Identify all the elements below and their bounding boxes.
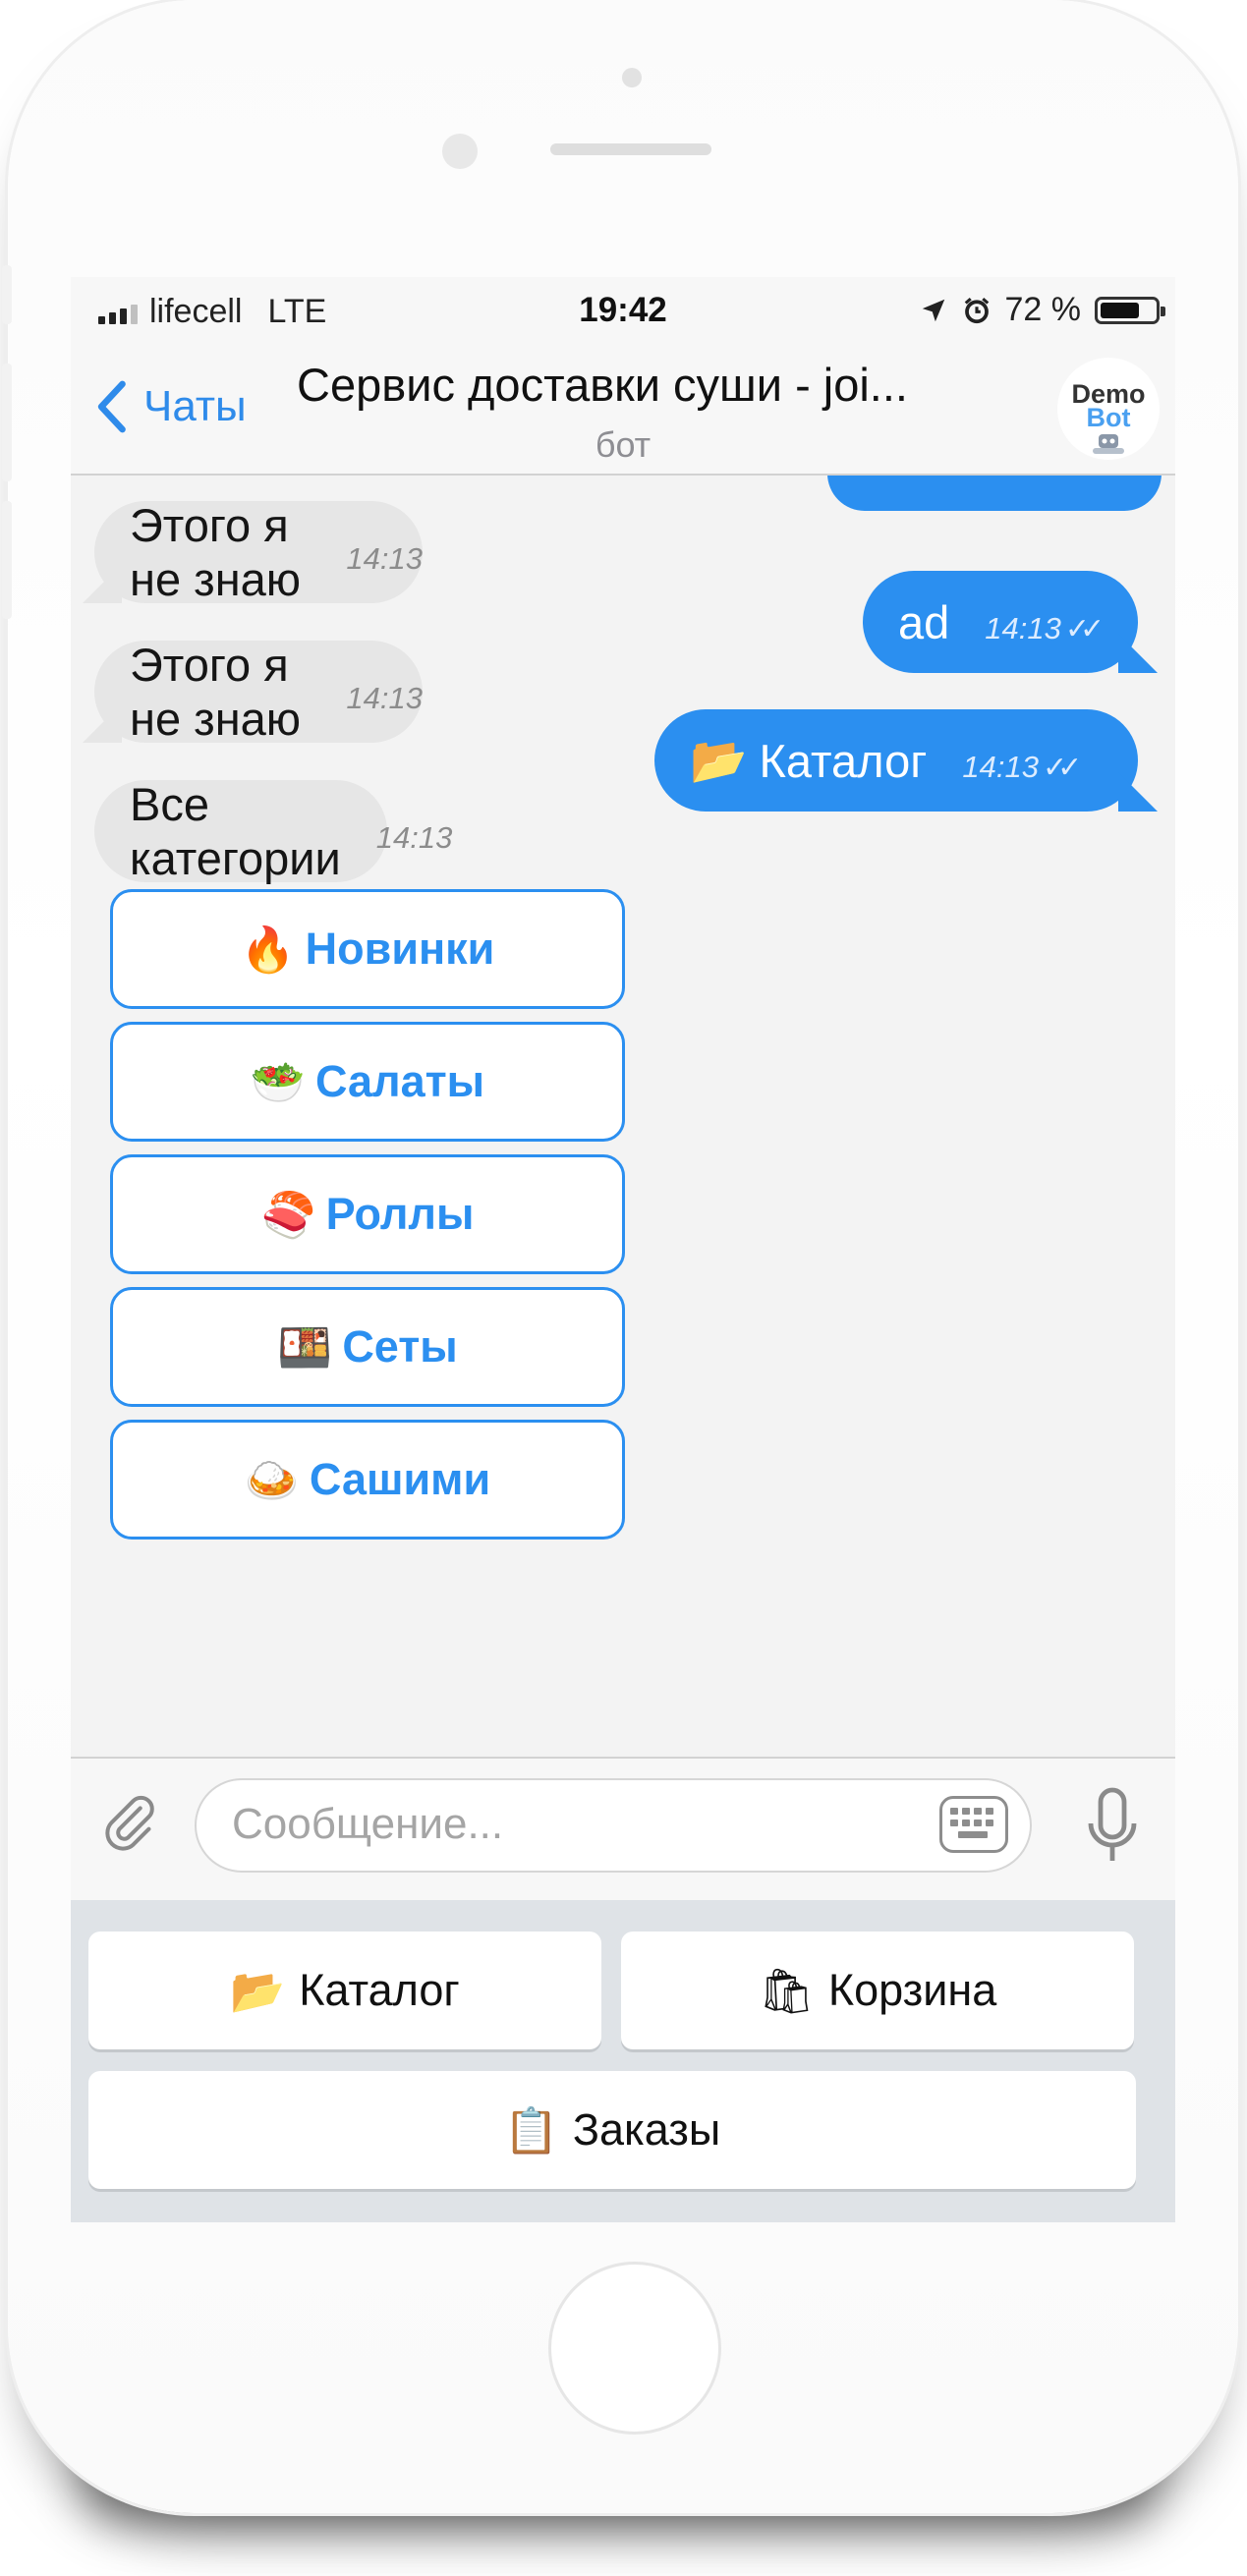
bubble-tail (1118, 634, 1158, 673)
message-input-bar: Сообщение... (71, 1757, 1175, 1900)
chat-title[interactable]: Сервис доставки суши - joi... (297, 358, 985, 412)
bento-box-icon: 🍱 (277, 1321, 333, 1372)
read-checkmarks-icon: ✓✓ (1042, 751, 1082, 784)
home-button[interactable] (548, 2262, 721, 2435)
status-bar: lifecell LTE 19:42 72 % (71, 277, 1175, 340)
bubble-tail (1118, 772, 1158, 812)
chat-subtitle: бот (595, 424, 652, 465)
robot-icon (1093, 434, 1124, 454)
bot-avatar[interactable]: Demo Bot (1057, 358, 1160, 460)
battery-icon (1095, 296, 1165, 324)
message-time: 14:13 (375, 820, 453, 855)
salad-icon: 🥗 (250, 1056, 306, 1107)
avatar-text-bot: Bot (1086, 403, 1131, 432)
earpiece-speaker (550, 143, 711, 155)
message-outgoing: ad 14:13 ✓✓ (863, 571, 1138, 673)
battery-percentage: 72 % (1004, 291, 1082, 328)
message-time: 14:13 (346, 541, 423, 576)
inline-button-label: Новинки (305, 924, 495, 974)
reply-keyboard: 📂 Каталог 🛍 Корзина 📋 Заказы (71, 1900, 1175, 2222)
volume-down-button (2, 501, 12, 619)
reply-button-label: Корзина (827, 1965, 997, 2015)
reply-button-label: Каталог (299, 1965, 460, 2015)
inline-button-salaty[interactable]: 🥗 Салаты (110, 1022, 625, 1142)
message-time: 14:13 (985, 611, 1061, 645)
reply-button-orders[interactable]: 📋 Заказы (88, 2071, 1136, 2189)
inline-button-novinki[interactable]: 🔥 Новинки (110, 889, 625, 1009)
inline-button-sashimi[interactable]: 🍛 Сашими (110, 1420, 625, 1540)
location-arrow-icon (922, 299, 944, 321)
message-incoming: Этого я не знаю 14:13 (94, 639, 423, 745)
message-incoming: Этого я не знаю 14:13 (94, 499, 423, 605)
inline-button-label: Роллы (325, 1189, 475, 1239)
message-time: 14:13 (962, 750, 1039, 784)
message-text: Каталог (759, 734, 928, 787)
alarm-icon (964, 297, 989, 323)
keyboard-icon[interactable] (939, 1796, 1008, 1853)
inline-button-label: Салаты (314, 1056, 485, 1106)
read-checkmarks-icon: ✓✓ (1064, 612, 1105, 645)
message-placeholder: Сообщение... (232, 1800, 504, 1848)
message-incoming: Все категории 14:13 (94, 778, 452, 884)
phone-screen: lifecell LTE 19:42 72 % Чаты Сервис дост… (71, 277, 1175, 2222)
inline-button-sety[interactable]: 🍱 Сеты (110, 1287, 625, 1407)
paperclip-icon[interactable] (85, 1778, 182, 1876)
microphone-icon[interactable] (1083, 1786, 1142, 1869)
inline-button-rolly[interactable]: 🍣 Роллы (110, 1154, 625, 1274)
shopping-bags-icon: 🛍 (758, 1965, 815, 2016)
volume-up-button (2, 364, 12, 481)
message-input[interactable]: Сообщение... (195, 1778, 1032, 1873)
proximity-sensor (622, 68, 642, 87)
chat-header: Чаты Сервис доставки суши - joi... бот D… (71, 340, 1175, 476)
folder-icon: 📂 (690, 734, 748, 786)
inline-button-label: Сеты (342, 1321, 458, 1372)
message-list[interactable]: Этого я не знаю 14:13 ad 14:13 ✓✓ Этого … (71, 476, 1175, 1757)
message-outgoing: 📂 Каталог 14:13 ✓✓ (654, 709, 1138, 812)
fire-icon: 🔥 (240, 924, 296, 975)
front-camera (442, 134, 478, 169)
previous-outgoing-message (827, 476, 1162, 511)
inline-button-label: Сашими (309, 1454, 491, 1504)
message-text: Этого я не знаю (130, 639, 302, 745)
reply-button-cart[interactable]: 🛍 Корзина (621, 1932, 1134, 2049)
clipboard-icon: 📋 (503, 2104, 559, 2156)
message-text: ad (898, 595, 950, 648)
folder-icon: 📂 (230, 1965, 286, 2016)
rice-dish-icon: 🍛 (244, 1454, 300, 1505)
message-text: Этого я не знаю (130, 499, 302, 605)
reply-button-catalog[interactable]: 📂 Каталог (88, 1932, 601, 2049)
mute-switch (2, 265, 12, 324)
reply-button-label: Заказы (572, 2104, 721, 2155)
sushi-icon: 🍣 (260, 1189, 316, 1240)
message-text: Все категории (130, 778, 341, 884)
message-time: 14:13 (346, 681, 423, 715)
